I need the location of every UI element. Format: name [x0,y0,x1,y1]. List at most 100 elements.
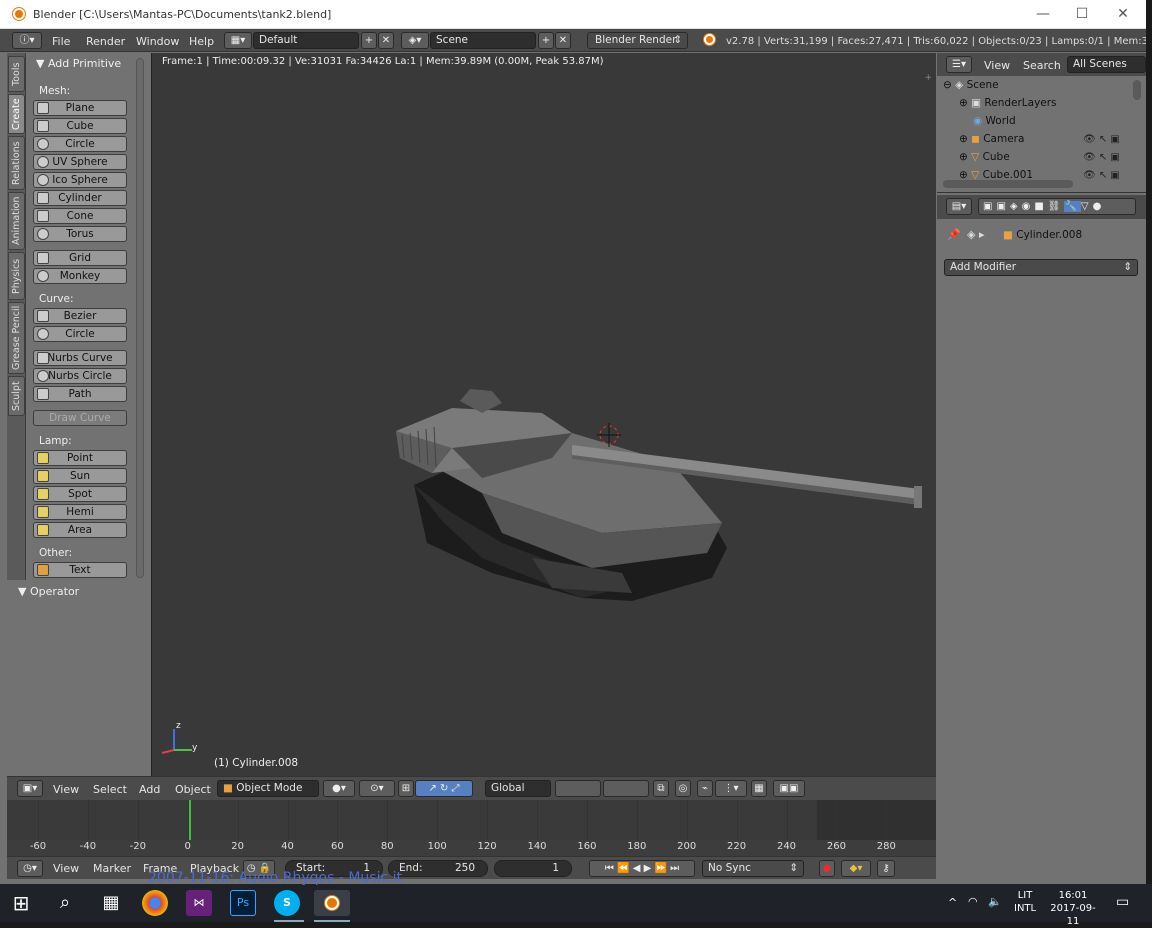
add-sun-lamp-button[interactable]: Sun [33,468,127,484]
add-modifier-dropdown[interactable]: Add Modifier ⇕ [944,259,1138,276]
editor-type-timeline-button[interactable]: ◷▾ [17,860,43,877]
calculator-icon[interactable]: ▦ [98,890,124,916]
tray-chevron-icon[interactable]: ^ [948,896,957,909]
screen-layout-icon[interactable]: ▦▾ [224,32,252,49]
volume-icon[interactable]: 🔈 [988,895,1002,908]
snap-target-icon[interactable]: ▦ [751,780,767,797]
input-language[interactable]: LIT INTL [1014,889,1036,915]
menu-add[interactable]: Add [139,783,160,796]
add-cone-button[interactable]: Cone [33,208,127,224]
outliner-row-renderlayers[interactable]: ⊕ ▣ RenderLayers [959,95,1146,112]
add-ico-sphere-button[interactable]: Ico Sphere [33,172,127,188]
transform-manipulator-buttons[interactable]: ↗ ↻ ⤢ [415,780,473,797]
minimize-button[interactable]: — [1025,4,1061,24]
menu-help[interactable]: Help [189,35,214,48]
add-area-lamp-button[interactable]: Area [33,522,127,538]
outliner-scrollbar[interactable] [1133,80,1141,100]
editor-type-outliner-button[interactable]: ☰▾ [946,56,972,73]
snap-icon[interactable]: ⌁ [697,780,713,797]
editor-type-properties-button[interactable]: ▤▾ [946,198,972,215]
viewport-corner-plus-icon[interactable]: + [924,73,932,83]
timeline-editor[interactable]: -60 -40 -20 0 20 40 60 80 100 120 140 160 180 200 220 2… [7,800,936,856]
pivot-point-button[interactable]: ⊙▾ [359,780,395,797]
add-circle-button[interactable]: Circle [33,136,127,152]
tool-shelf-scrollbar[interactable] [136,58,144,578]
manipulator-icon[interactable]: ⊞ [398,780,414,797]
outliner-hscrollbar[interactable] [943,180,1073,188]
end-frame-field[interactable]: End: 250 [388,860,488,877]
menu-window[interactable]: Window [136,35,179,48]
render-preview-buttons[interactable]: ▣▣ [773,780,805,797]
menu-file[interactable]: File [52,35,70,48]
outliner-display-mode[interactable]: All Scenes [1067,56,1146,73]
record-icon[interactable]: ● [819,860,835,877]
menu-timeline-view[interactable]: View [53,862,79,875]
wifi-icon[interactable]: ◠ [968,895,978,908]
3d-viewport[interactable]: Frame:1 | Time:00:09.32 | Ve:31031 Fa:34… [151,53,936,776]
mode-dropdown[interactable]: ■ Object Mode [217,780,319,797]
add-plane-button[interactable]: Plane [33,100,127,116]
add-point-lamp-button[interactable]: Point [33,450,127,466]
tab-physics[interactable]: Physics [8,252,25,300]
panel-header-add-primitive[interactable]: ▼ Add Primitive [36,57,121,70]
menu-object[interactable]: Object [175,783,211,796]
orientation-dropdown[interactable]: Global [485,780,551,797]
tab-animation[interactable]: Animation [8,192,25,250]
menu-view[interactable]: View [53,783,79,796]
current-frame-field[interactable]: 1 [494,860,572,877]
tab-tools[interactable]: Tools [8,56,25,92]
proportional-edit-icon[interactable]: ◎ [675,780,691,797]
tab-grease-pencil[interactable]: Grease Pencil [8,302,25,374]
lock-layers-icon[interactable]: ⧉ [653,780,669,797]
editor-type-3d-button[interactable]: ▣▾ [17,780,43,797]
add-spot-lamp-button[interactable]: Spot [33,486,127,502]
remove-layout-icon[interactable]: ✕ [378,32,394,49]
add-cube-button[interactable]: Cube [33,118,127,134]
photoshop-icon[interactable]: Ps [230,890,256,916]
maximize-button[interactable]: ☐ [1064,4,1100,24]
sync-dropdown[interactable]: No Sync ⇕ [702,860,804,877]
outliner-menu-view[interactable]: View [984,59,1010,72]
add-torus-button[interactable]: Torus [33,226,127,242]
scene-selector-icon[interactable]: ◈▾ [401,32,429,49]
notifications-icon[interactable]: ▭ [1116,894,1129,910]
keyframe-type-button[interactable]: ◆▾ [841,860,871,877]
layers-grid-a[interactable] [555,780,601,797]
add-uv-sphere-button[interactable]: UV Sphere [33,154,127,170]
add-hemi-lamp-button[interactable]: Hemi [33,504,127,520]
blender-taskbar-icon[interactable] [314,890,350,916]
start-windows-icon[interactable]: ⊞ [8,890,34,916]
skype-icon[interactable]: S [274,890,300,916]
render-engine-dropdown[interactable]: Blender Render ⇕ [587,32,688,49]
add-path-button[interactable]: Path [33,386,127,402]
add-nurbs-circle-button[interactable]: Nurbs Circle [33,368,127,384]
menu-marker[interactable]: Marker [93,862,131,875]
add-bezier-button[interactable]: Bezier [33,308,127,324]
menu-render[interactable]: Render [86,35,125,48]
draw-curve-button[interactable]: Draw Curve [33,410,127,426]
editor-type-info-button[interactable]: ⓘ▾ [12,32,42,49]
close-button[interactable]: ✕ [1105,4,1141,24]
add-text-button[interactable]: Text [33,562,127,578]
search-icon[interactable]: ⌕ [52,890,78,916]
keying-set-icon[interactable]: ⚷ [877,860,895,877]
outliner-menu-search[interactable]: Search [1023,59,1061,72]
add-cylinder-button[interactable]: Cylinder [33,190,127,206]
outliner-restrict-columns[interactable]: 👁 ↖ ▣ 👁 ↖ ▣ 👁 ↖ ▣ [1083,131,1133,185]
remove-scene-icon[interactable]: ✕ [555,32,571,49]
screen-layout-field[interactable]: Default [253,32,359,49]
visual-studio-icon[interactable]: ⋈ [186,890,212,916]
clock[interactable]: 16:01 2017-09-11 [1046,889,1100,928]
scene-field[interactable]: Scene [430,32,536,49]
menu-select[interactable]: Select [93,783,127,796]
tab-sculpt[interactable]: Sculpt [8,376,25,416]
add-scene-icon[interactable]: + [538,32,554,49]
chrome-icon[interactable] [142,890,168,916]
outliner-row-scene[interactable]: ⊖ ◈ Scene [943,77,1138,94]
tab-relations[interactable]: Relations [8,136,25,190]
snap-element-dropdown[interactable]: ⋮▾ [715,780,747,797]
outliner-row-world[interactable]: ◉ World [973,113,1146,130]
tank-model[interactable] [152,53,937,776]
properties-context-tabs[interactable]: ▣▣◈◉■⛓🔧▽● [978,198,1136,215]
layers-grid-b[interactable] [603,780,649,797]
